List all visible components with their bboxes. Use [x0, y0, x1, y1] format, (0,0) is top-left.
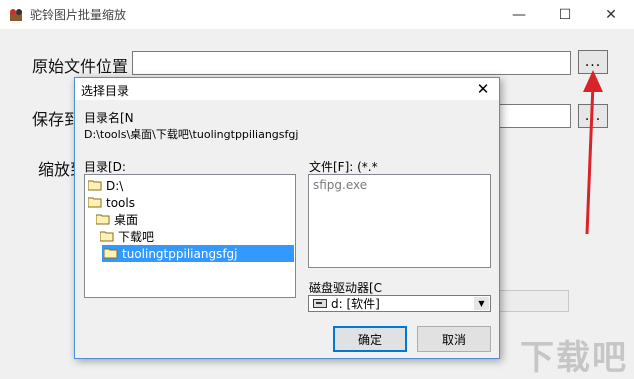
close-icon: ✕	[476, 80, 490, 98]
chevron-down-icon[interactable]: ▼	[474, 297, 489, 310]
folder-open-icon	[104, 248, 118, 259]
directory-name-label: 目录名[N	[84, 111, 134, 125]
close-icon: ✕	[605, 6, 617, 23]
drive-select[interactable]: d: [软件] ▼	[308, 295, 491, 312]
tree-item-label: 下载吧	[118, 230, 155, 244]
tree-item-label: 桌面	[114, 213, 139, 227]
tree-item[interactable]: D:\	[88, 177, 123, 194]
folder-open-icon	[88, 197, 102, 208]
maximize-icon: ☐	[558, 6, 572, 23]
folder-open-icon	[96, 214, 110, 225]
select-directory-dialog: 选择目录 ✕ 目录名[N D:\tools\桌面\下载吧\tuolingtppi…	[74, 77, 500, 359]
scale-value-box[interactable]	[497, 290, 569, 312]
tree-item[interactable]: 桌面	[96, 211, 138, 228]
tree-item-label: tools	[106, 195, 135, 210]
tree-item-label: D:\	[106, 178, 124, 193]
dialog-title: 选择目录	[81, 84, 130, 98]
file-item[interactable]: sfipg.exe	[313, 178, 367, 192]
maximize-button[interactable]: ☐	[542, 0, 588, 29]
dialog-close-button[interactable]: ✕	[471, 78, 495, 100]
tree-item-selected[interactable]: tuolingtppiliangsfgj	[102, 245, 294, 262]
files-label: 文件[F]: (*.*	[309, 160, 378, 174]
file-list[interactable]: sfipg.exe	[308, 174, 491, 268]
tree-item[interactable]: 下载吧	[100, 228, 154, 245]
current-path: D:\tools\桌面\下载吧\tuolingtppiliangsfgj	[84, 128, 299, 141]
minimize-button[interactable]: —	[496, 0, 542, 29]
watermark-logo: 下载吧	[520, 338, 628, 378]
dialog-title-bar	[75, 78, 499, 100]
folder-open-icon	[88, 180, 102, 191]
tree-item[interactable]: tools	[88, 194, 135, 211]
folder-open-icon	[100, 231, 114, 242]
drive-label: 磁盘驱动器[C	[309, 281, 383, 295]
source-location-input[interactable]	[132, 51, 571, 75]
minimize-icon: —	[512, 6, 526, 23]
cancel-button[interactable]: 取消	[417, 326, 491, 352]
source-location-label: 原始文件位置	[32, 57, 129, 76]
drive-icon	[313, 299, 327, 308]
drive-select-value: d: [软件]	[331, 297, 380, 311]
close-button[interactable]: ✕	[588, 0, 634, 29]
ok-button[interactable]: 确定	[333, 326, 407, 352]
tree-item-label: tuolingtppiliangsfgj	[122, 246, 238, 261]
save-location-label: 保存到	[32, 110, 81, 129]
annotation-arrow-icon	[583, 70, 603, 235]
directory-label: 目录[D:	[84, 160, 126, 174]
save-location-input[interactable]	[497, 104, 571, 128]
window-title: 驼铃图片批量缩放	[30, 8, 127, 22]
directory-tree[interactable]: D:\ tools 桌面 下载吧 tuolingtppiliangsfgj	[84, 174, 296, 298]
app-icon	[10, 9, 22, 21]
